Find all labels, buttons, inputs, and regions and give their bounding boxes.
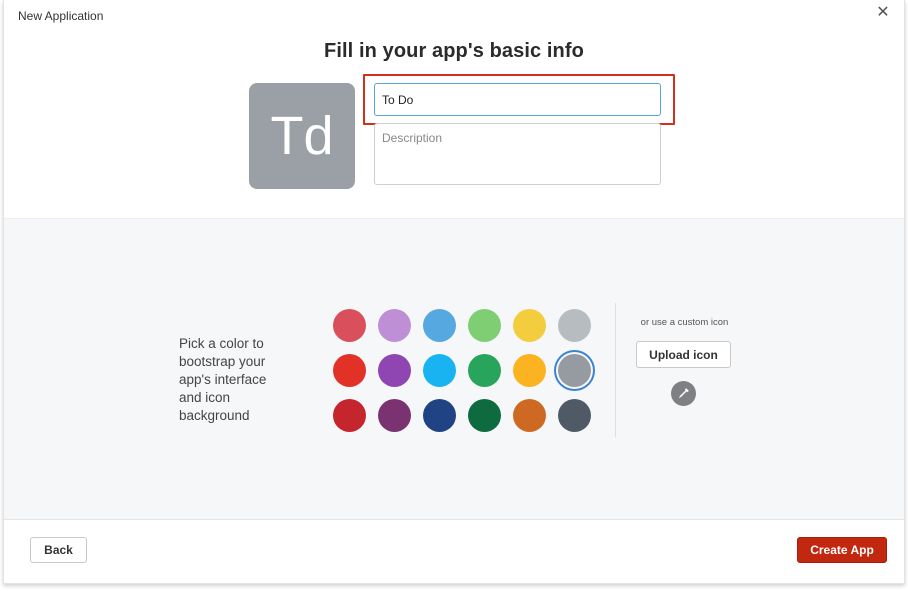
color-swatch[interactable] [513, 309, 546, 342]
color-swatch[interactable] [468, 399, 501, 432]
color-swatch[interactable] [423, 354, 456, 387]
upload-icon-button[interactable]: Upload icon [636, 341, 731, 368]
app-name-input[interactable] [374, 83, 661, 116]
page-title: Fill in your app's basic info [324, 40, 584, 62]
divider [615, 303, 616, 437]
create-app-button[interactable]: Create App [797, 537, 887, 563]
color-swatch[interactable] [378, 354, 411, 387]
color-swatch[interactable] [333, 399, 366, 432]
custom-icon-label: or use a custom icon [640, 317, 729, 328]
dialog-title: New Application [18, 9, 104, 23]
color-picker-panel: Pick a color to bootstrap your app's int… [4, 218, 904, 520]
back-button[interactable]: Back [30, 537, 87, 563]
color-swatch[interactable] [423, 399, 456, 432]
color-swatch[interactable] [378, 399, 411, 432]
color-swatch[interactable] [333, 354, 366, 387]
app-icon-preview: Td [249, 83, 355, 189]
color-swatch[interactable] [558, 309, 591, 342]
color-swatch[interactable] [513, 354, 546, 387]
color-swatch[interactable] [558, 399, 591, 432]
color-swatch[interactable] [558, 354, 591, 387]
color-swatch[interactable] [378, 309, 411, 342]
color-swatch[interactable] [468, 309, 501, 342]
color-swatch[interactable] [423, 309, 456, 342]
eyedropper-icon[interactable] [671, 381, 696, 406]
new-application-dialog: New Application ✕ Fill in your app's bas… [3, 0, 905, 584]
description-input[interactable] [374, 123, 661, 185]
color-swatch[interactable] [468, 354, 501, 387]
color-prompt-text: Pick a color to bootstrap your app's int… [179, 336, 267, 423]
color-swatch[interactable] [333, 309, 366, 342]
color-swatch[interactable] [513, 399, 546, 432]
close-icon[interactable]: ✕ [874, 4, 892, 22]
